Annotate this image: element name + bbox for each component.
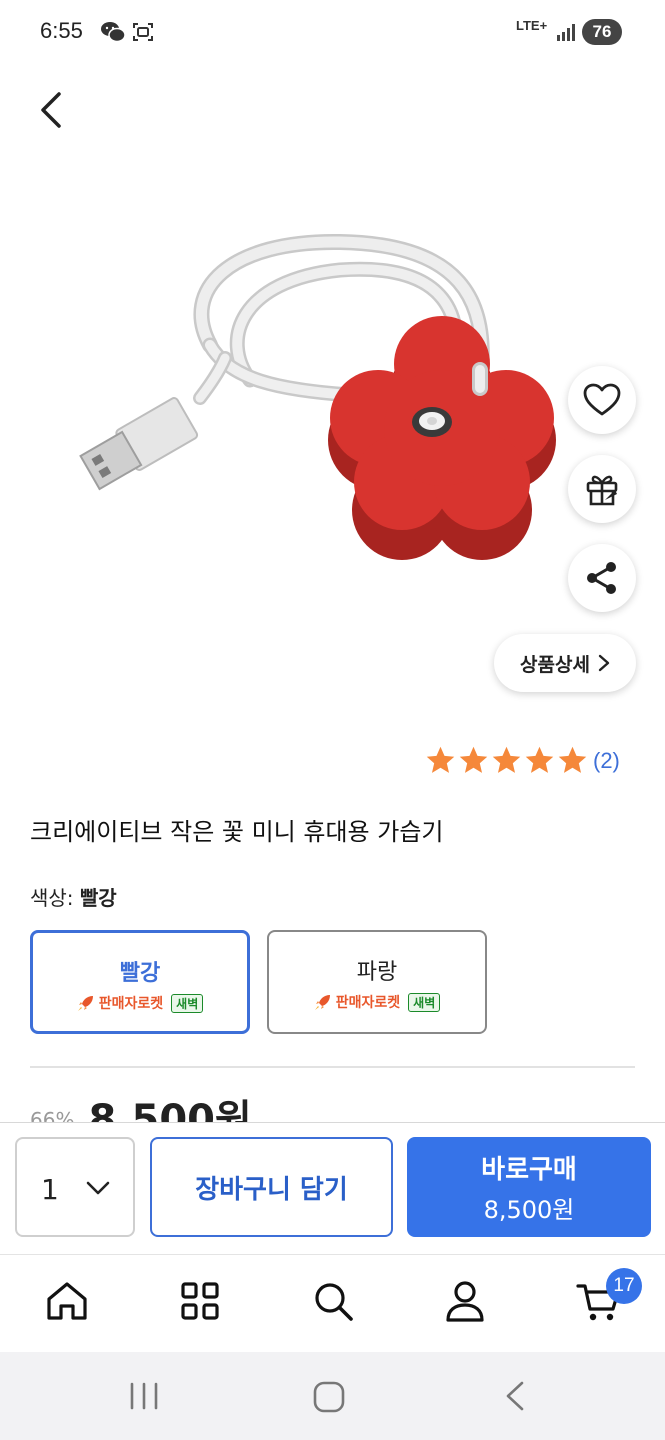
heart-icon: [583, 383, 621, 416]
screenshot-icon: [131, 20, 155, 48]
option-name: 파랑: [356, 960, 398, 985]
chevron-left-icon: [41, 92, 61, 128]
product-detail-button[interactable]: 상품상세: [494, 634, 636, 692]
system-back-button[interactable]: [500, 1380, 532, 1416]
buy-now-button[interactable]: 바로구매 8,500원: [407, 1137, 651, 1237]
dawn-delivery-tag: 새벽: [171, 993, 204, 1013]
star-icon: [459, 746, 488, 773]
color-label-text: 색상:: [30, 886, 74, 910]
badge-text: 판매자로켓: [335, 995, 401, 1011]
rocket-badge: 판매자로켓 새벽: [269, 992, 485, 1012]
status-time: 6:55: [40, 18, 83, 43]
buy-now-price: 8,500원: [483, 1196, 575, 1224]
back-button[interactable]: [30, 88, 74, 132]
network-type: LTE+: [516, 18, 548, 33]
rocket-badge: 판매자로켓 새벽: [33, 993, 247, 1013]
star-icon: [492, 746, 521, 773]
product-title: 크리에이티브 작은 꽃 미니 휴대용 가습기: [30, 818, 444, 846]
color-option-red[interactable]: 빨강 판매자로켓 새벽: [30, 930, 250, 1034]
share-icon: [587, 562, 616, 594]
back-arrow-icon: [506, 1381, 524, 1411]
system-navigation-bar: [0, 1352, 665, 1440]
product-detail-label: 상품상세: [520, 653, 590, 676]
quantity-value: 1: [41, 1173, 59, 1206]
bottom-nav: [0, 1254, 665, 1350]
nav-categories[interactable]: [176, 1277, 224, 1325]
star-icon: [558, 746, 587, 773]
nav-my-account[interactable]: [441, 1277, 489, 1325]
review-count[interactable]: (2): [593, 748, 620, 774]
divider: [30, 1066, 635, 1068]
quantity-select[interactable]: 1: [15, 1137, 135, 1237]
nav-home[interactable]: [43, 1277, 91, 1325]
color-option-blue[interactable]: 파랑 판매자로켓 새벽: [267, 930, 487, 1034]
home-square-icon: [313, 1381, 345, 1413]
battery-indicator: 76: [582, 19, 622, 45]
wishlist-button[interactable]: [568, 366, 636, 434]
signal-icon: [556, 22, 576, 46]
wechat-icon: [100, 20, 126, 48]
gift-icon: [586, 475, 618, 506]
color-option-label: 색상: 빨강: [30, 882, 117, 911]
rocket-icon: [77, 996, 93, 1011]
chevron-right-icon: [598, 654, 610, 672]
rocket-icon: [314, 995, 330, 1010]
discount-rate: 66%: [30, 1108, 75, 1122]
search-icon: [315, 1283, 353, 1321]
home-system-button[interactable]: [312, 1380, 346, 1418]
dawn-delivery-tag: 새벽: [408, 992, 441, 1012]
grid-icon: [181, 1282, 219, 1320]
cart-count-badge: 17: [606, 1268, 642, 1304]
sale-price: 8,500원: [88, 1097, 252, 1122]
purchase-bar: 1 장바구니 담기 바로구매 8,500원: [0, 1122, 665, 1252]
nav-search[interactable]: [309, 1277, 357, 1325]
price-section: 66% 8,500원: [30, 1096, 252, 1122]
option-name: 빨강: [119, 961, 161, 986]
recent-apps-icon: [130, 1382, 158, 1410]
star-icon: [426, 746, 455, 773]
status-bar: 6:55 LTE+ 76: [0, 0, 665, 66]
add-to-cart-label: 장바구니 담기: [195, 1174, 348, 1205]
star-icon: [525, 746, 554, 773]
color-selected-value: 빨강: [79, 886, 117, 910]
rating[interactable]: (2): [424, 744, 620, 777]
recent-apps-button[interactable]: [128, 1380, 160, 1416]
user-icon: [446, 1281, 484, 1322]
gift-button[interactable]: [568, 455, 636, 523]
share-button[interactable]: [568, 544, 636, 612]
chevron-down-icon: [86, 1181, 110, 1195]
buy-now-label: 바로구매: [481, 1155, 577, 1185]
product-image[interactable]: [60, 220, 600, 580]
add-to-cart-button[interactable]: 장바구니 담기: [150, 1137, 393, 1237]
home-icon: [47, 1282, 87, 1320]
badge-text: 판매자로켓: [98, 996, 164, 1012]
